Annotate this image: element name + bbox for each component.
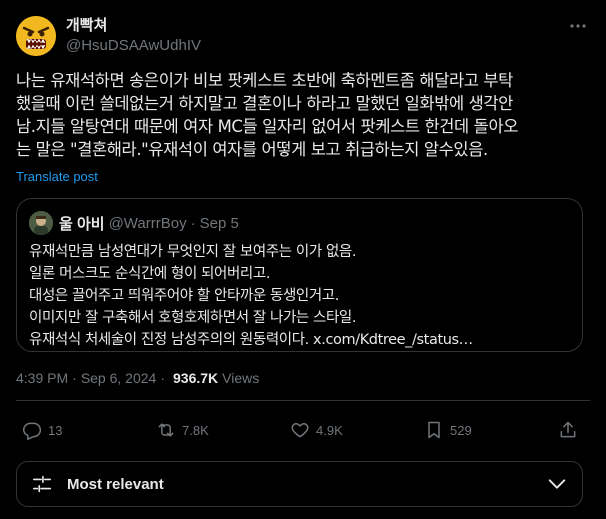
author-display-name[interactable]: 개빡쳐 (66, 16, 201, 36)
quoted-tweet-text: 유재석만큼 남성연대가 무엇인지 잘 보여주는 이가 없음. 일론 머스크도 순… (29, 244, 473, 348)
quoted-author-handle: @WarrrBoy (108, 214, 187, 232)
quoted-author-avatar (29, 211, 53, 235)
author-name-block: 개빡쳐 @HsuDSAAwUdhIV (66, 16, 201, 56)
reply-icon (22, 422, 42, 440)
views-label: Views (222, 370, 260, 386)
divider-spacer (0, 452, 606, 453)
bookmark-button[interactable]: 529 (424, 416, 472, 444)
angry-face-avatar-image (16, 16, 56, 56)
more-dots-icon[interactable] (568, 16, 588, 36)
repost-button[interactable]: 7.8K (156, 416, 209, 444)
meta-separator-2: · (160, 370, 165, 386)
quoted-tweet-header: 울 아비 @WarrrBoy · Sep 5 (29, 211, 570, 235)
bookmark-count: 529 (450, 422, 472, 438)
author-handle[interactable]: @HsuDSAAwUdhIV (66, 36, 201, 56)
meta-separator: · (72, 370, 77, 386)
heart-icon (291, 423, 309, 438)
quoted-separator: · (190, 214, 196, 232)
tweet-time[interactable]: 4:39 PM (16, 370, 68, 386)
sort-label: Most relevant (67, 475, 164, 493)
reply-button[interactable]: 13 (22, 416, 62, 444)
tweet-date[interactable]: Sep 6, 2024 (81, 370, 157, 386)
divider-top (16, 400, 590, 401)
quoted-tweet[interactable]: 울 아비 @WarrrBoy · Sep 5 유재석만큼 남성연대가 무엇인지 … (16, 198, 583, 352)
reply-count: 13 (48, 422, 63, 438)
tweet-text: 나는 유재석하면 송은이가 비보 팟케스트 초반에 축하멘트좀 해달라고 부탁 … (16, 71, 519, 159)
views-count[interactable]: 936.7K (173, 370, 218, 386)
author-avatar[interactable] (16, 16, 56, 56)
quoted-author-name: 울 아비 (59, 215, 105, 233)
reply-sort-dropdown[interactable]: Most relevant (16, 461, 583, 507)
quoted-date: Sep 5 (199, 214, 239, 232)
repost-icon (158, 423, 174, 437)
like-count: 4.9K (316, 422, 343, 438)
tweet-meta: 4:39 PM · Sep 6, 2024 · 936.7K Views (16, 370, 259, 386)
tweet-header: 개빡쳐 @HsuDSAAwUdhIV (16, 12, 590, 56)
repost-count: 7.8K (182, 422, 209, 438)
sliders-icon (32, 475, 52, 493)
translate-post-link[interactable]: Translate post (16, 169, 98, 184)
share-button[interactable] (558, 416, 584, 444)
bookmark-icon (428, 421, 440, 439)
chevron-down-icon (548, 479, 566, 489)
quoted-avatar-image (29, 211, 53, 235)
like-button[interactable]: 4.9K (290, 416, 343, 444)
action-bar: 13 7.8K 4.9K 529 (16, 416, 590, 444)
share-icon (560, 421, 576, 438)
